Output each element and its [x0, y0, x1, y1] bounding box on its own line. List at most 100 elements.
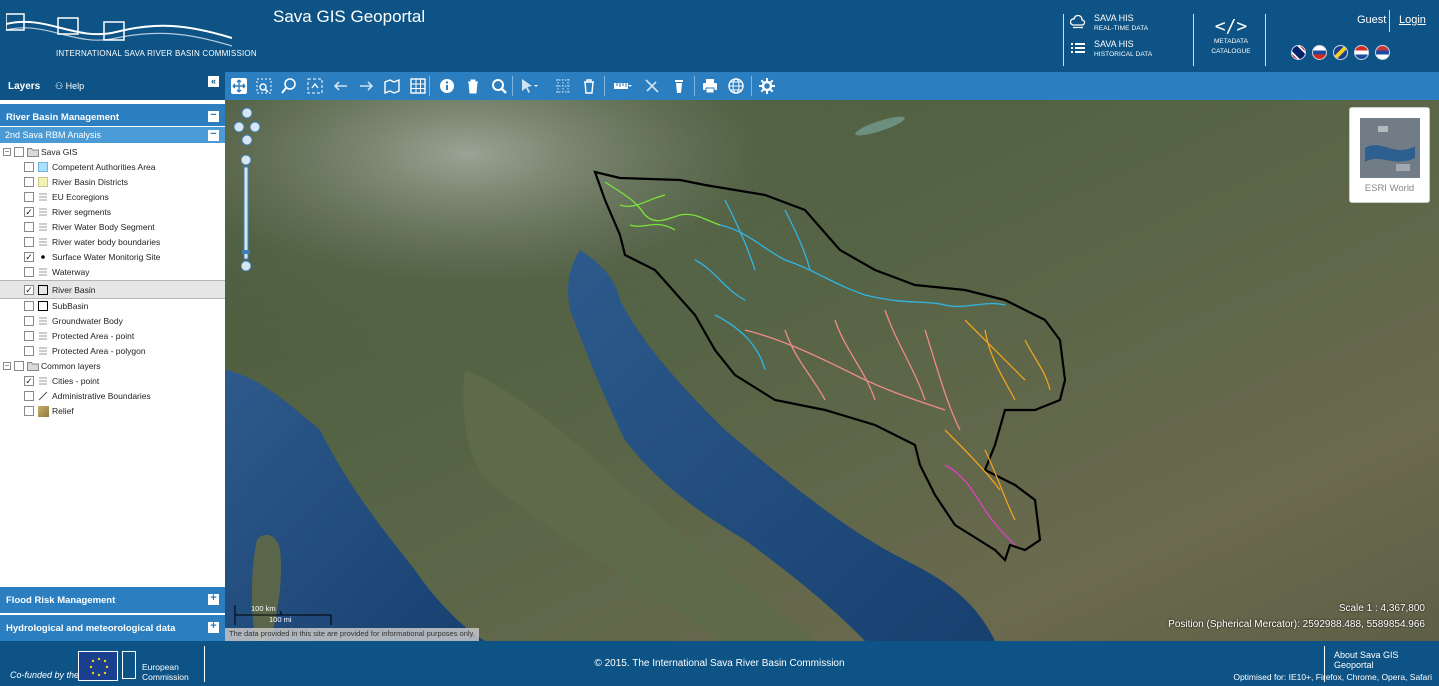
layer-item[interactable]: Protected Area - point [0, 329, 225, 344]
section-hydrological-data[interactable]: Hydrological and meteorological data + [0, 613, 225, 641]
zoom-box-tool-icon [256, 78, 272, 94]
relief-tile-icon [38, 406, 49, 417]
his-historical-subtitle: HISTORICAL DATA [1094, 51, 1153, 58]
clear-graphics-tool-button[interactable] [669, 76, 689, 96]
layer-checkbox[interactable] [24, 192, 34, 202]
attribute-table-tool-button[interactable] [408, 76, 428, 96]
basemap-switcher[interactable]: ESRI World [1349, 107, 1430, 203]
select-grid-tool-button[interactable] [553, 76, 573, 96]
layer-item[interactable]: EU Ecoregions [0, 190, 225, 205]
layer-label: River Water Body Segment [52, 222, 155, 232]
section-river-basin-management[interactable]: River Basin Management − [0, 100, 225, 126]
legend-icon [38, 376, 48, 386]
select-tool-icon [522, 79, 538, 93]
select-tool-button[interactable] [518, 76, 538, 96]
full-extent-tool-button[interactable] [305, 76, 325, 96]
zoom-in-tool-button[interactable] [279, 76, 299, 96]
serbian-flag-icon[interactable] [1375, 45, 1390, 60]
layer-item[interactable]: River water body boundaries [0, 235, 225, 250]
about-link[interactable]: About Sava GIS Geoportal [1334, 650, 1439, 670]
plus-icon[interactable]: + [208, 593, 219, 605]
subsection-2nd-sava-rbm[interactable]: 2nd Sava RBM Analysis − [0, 126, 225, 143]
layer-checkbox[interactable] [24, 301, 34, 311]
delete-tool-button[interactable] [463, 76, 483, 96]
layer-group: − Common layers [0, 359, 225, 374]
collapse-group-icon[interactable]: − [3, 362, 11, 370]
pan-tool-button[interactable] [229, 76, 249, 96]
layer-checkbox[interactable]: ✓ [24, 252, 34, 262]
measure-tool-icon [614, 83, 632, 89]
clear-measure-tool-button[interactable] [642, 76, 662, 96]
metadata-catalogue-link[interactable]: </> METADATA CATALOGUE [1205, 16, 1257, 68]
polygon-outline-icon [38, 301, 48, 311]
layer-label: River water body boundaries [52, 237, 161, 247]
layer-label: Relief [52, 406, 74, 416]
login-link[interactable]: Login [1399, 14, 1426, 26]
layer-item[interactable]: Relief [0, 404, 225, 419]
slovenian-flag-icon[interactable] [1312, 45, 1327, 60]
search-tool-icon [492, 79, 507, 94]
layer-item[interactable]: Administrative Boundaries [0, 389, 225, 404]
his-realtime-title: SAVA HIS [1094, 13, 1134, 23]
minus-icon[interactable]: − [208, 129, 219, 141]
zoom-box-tool-button[interactable] [254, 76, 274, 96]
layer-item[interactable]: ✓ Cities - point [0, 374, 225, 389]
search-tool-button[interactable] [489, 76, 509, 96]
zoom-slider[interactable] [240, 154, 252, 272]
layer-checkbox[interactable] [24, 406, 34, 416]
pan-control[interactable] [233, 107, 261, 146]
layer-item[interactable]: ✓ River segments [0, 205, 225, 220]
select-grid-tool-icon [556, 79, 570, 93]
minus-icon[interactable]: − [208, 110, 219, 122]
tab-layers[interactable]: Layers [8, 81, 40, 92]
print-tool-button[interactable] [700, 76, 720, 96]
web-services-tool-icon [728, 78, 744, 94]
layer-item[interactable]: ✓ Surface Water Monitorig Site [0, 250, 225, 265]
layer-item[interactable]: Groundwater Body [0, 314, 225, 329]
layer-item[interactable]: River Basin Districts [0, 175, 225, 190]
clear-measure-tool-icon [645, 79, 659, 93]
settings-tool-button[interactable] [757, 76, 777, 96]
group-checkbox[interactable] [14, 361, 24, 371]
group-checkbox[interactable] [14, 147, 24, 157]
back-arrow-button[interactable] [331, 76, 351, 96]
header-divider [1265, 14, 1266, 66]
info-tool-button[interactable] [437, 76, 457, 96]
sava-his-realtime-link[interactable]: SAVA HIS REAL-TIME DATA [1070, 13, 1180, 37]
map-canvas[interactable]: ESRI World 100 km 100 mi The data provid… [225, 100, 1439, 641]
measure-tool-button[interactable] [612, 76, 632, 96]
clear-selection-tool-button[interactable] [579, 76, 599, 96]
layer-checkbox[interactable] [24, 267, 34, 277]
layer-item[interactable]: ✓ River Basin [0, 280, 225, 299]
layer-item[interactable]: Waterway [0, 265, 225, 280]
layer-checkbox[interactable]: ✓ [24, 376, 34, 386]
layer-checkbox[interactable] [24, 162, 34, 172]
layer-checkbox[interactable] [24, 331, 34, 341]
map-layers-tool-button[interactable] [382, 76, 402, 96]
plus-icon[interactable]: + [208, 621, 219, 633]
sava-his-historical-link[interactable]: SAVA HIS HISTORICAL DATA [1070, 39, 1180, 63]
section-flood-risk-management[interactable]: Flood Risk Management + [0, 585, 225, 613]
layer-checkbox[interactable]: ✓ [24, 285, 34, 295]
layer-item[interactable]: SubBasin [0, 299, 225, 314]
croatian-flag-icon[interactable] [1354, 45, 1369, 60]
layer-checkbox[interactable] [24, 391, 34, 401]
collapse-group-icon[interactable]: − [3, 148, 11, 156]
layer-checkbox[interactable] [24, 177, 34, 187]
layer-checkbox[interactable] [24, 222, 34, 232]
collapse-panel-button[interactable]: « [208, 76, 219, 87]
subsection-title: 2nd Sava RBM Analysis [5, 130, 102, 140]
layer-checkbox[interactable] [24, 316, 34, 326]
polygon-outline-icon [38, 285, 48, 295]
layer-item[interactable]: River Water Body Segment [0, 220, 225, 235]
forward-arrow-button[interactable] [356, 76, 376, 96]
web-services-tool-button[interactable] [726, 76, 746, 96]
bosnian-flag-icon[interactable] [1333, 45, 1348, 60]
english-flag-icon[interactable] [1291, 45, 1306, 60]
tab-help[interactable]: ⚇ Help [55, 81, 84, 92]
layer-checkbox[interactable] [24, 346, 34, 356]
layer-checkbox[interactable] [24, 237, 34, 247]
layer-item[interactable]: Competent Authorities Area [0, 160, 225, 175]
layer-checkbox[interactable]: ✓ [24, 207, 34, 217]
layer-item[interactable]: Protected Area - polygon [0, 344, 225, 359]
